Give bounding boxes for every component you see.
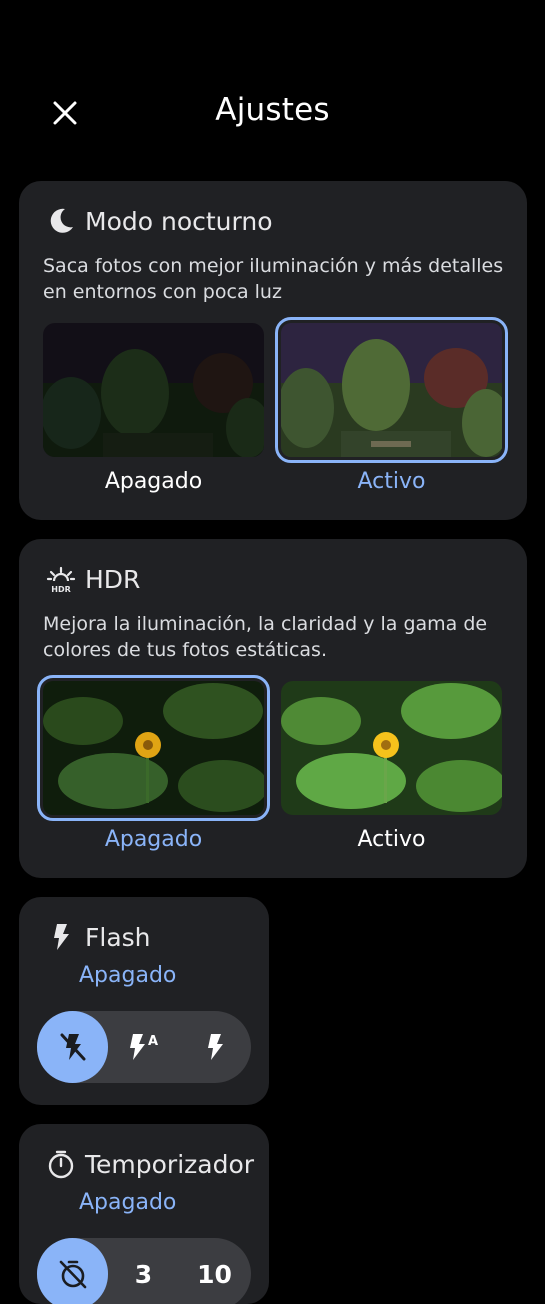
night-mode-off-thumbnail[interactable] bbox=[43, 323, 264, 457]
flash-card: Flash Apagado A bbox=[19, 897, 269, 1105]
hdr-description: Mejora la iluminación, la claridad y la … bbox=[43, 613, 488, 661]
timer-icon bbox=[43, 1146, 79, 1182]
night-mode-on-label[interactable]: Activo bbox=[281, 469, 502, 494]
night-mode-off-label[interactable]: Apagado bbox=[43, 469, 264, 494]
flash-off-button[interactable] bbox=[37, 1011, 108, 1083]
night-mode-title: Modo nocturno bbox=[85, 206, 273, 236]
flash-title: Flash bbox=[85, 922, 151, 952]
flash-off-icon bbox=[60, 1033, 85, 1061]
night-mode-card: Modo nocturno Saca fotos con mejor ilumi… bbox=[19, 181, 527, 520]
timer-title: Temporizador bbox=[85, 1149, 255, 1179]
night-mode-description: Saca fotos con mejor iluminación y más d… bbox=[43, 255, 504, 303]
timer-3s-button[interactable]: 3 bbox=[108, 1238, 179, 1304]
flash-status: Apagado bbox=[79, 963, 177, 988]
timer-10s-button[interactable]: 10 bbox=[179, 1238, 250, 1304]
hdr-off-thumbnail[interactable] bbox=[37, 675, 270, 821]
flash-selector: A bbox=[37, 1011, 251, 1083]
hdr-card: HDR HDR Mejora la iluminación, la clarid… bbox=[19, 539, 527, 878]
hdr-title: HDR bbox=[85, 564, 141, 594]
hdr-on-thumbnail[interactable] bbox=[281, 681, 502, 815]
page-title: Ajustes bbox=[215, 92, 330, 128]
timer-status: Apagado bbox=[79, 1190, 177, 1215]
timer-off-icon bbox=[59, 1260, 86, 1289]
flash-on-button[interactable] bbox=[179, 1011, 250, 1083]
flash-auto-icon: A bbox=[129, 1034, 158, 1060]
timer-off-button[interactable] bbox=[37, 1238, 108, 1304]
hdr-on-label[interactable]: Activo bbox=[281, 827, 502, 852]
svg-text:HDR: HDR bbox=[51, 585, 71, 594]
timer-selector: 3 10 bbox=[37, 1238, 251, 1304]
hdr-off-label[interactable]: Apagado bbox=[43, 827, 264, 852]
svg-text:A: A bbox=[147, 1034, 157, 1049]
night-mode-on-thumbnail[interactable] bbox=[275, 317, 508, 463]
hdr-icon: HDR bbox=[43, 561, 79, 597]
flash-auto-button[interactable]: A bbox=[108, 1011, 179, 1083]
moon-icon bbox=[43, 203, 79, 239]
header: Ajustes bbox=[0, 0, 545, 180]
timer-card: Temporizador Apagado 3 10 bbox=[19, 1124, 269, 1304]
flash-on-icon bbox=[207, 1034, 223, 1060]
flash-icon bbox=[43, 919, 79, 955]
